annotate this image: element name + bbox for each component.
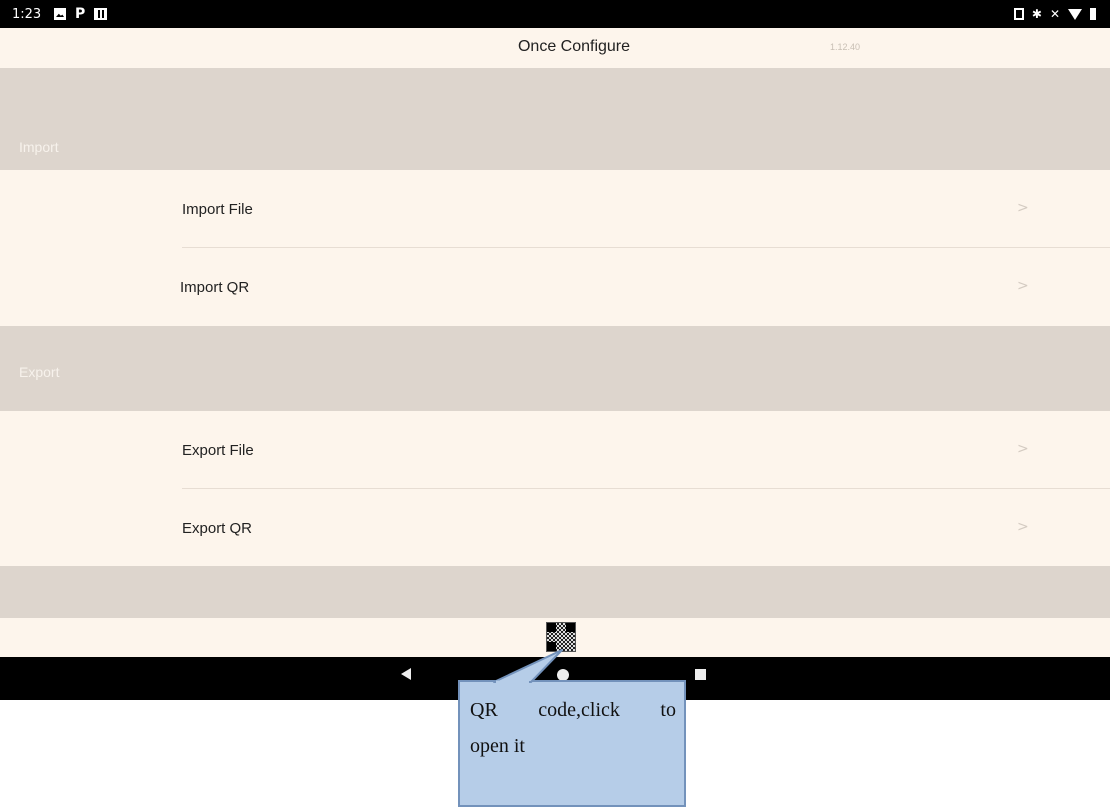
chevron-right-icon: > — [1017, 200, 1029, 216]
status-icons-right: ✱ ✕ — [1013, 7, 1096, 21]
export-qr-label: Export QR — [182, 520, 253, 537]
section-label-export: Export — [19, 364, 60, 380]
section-header-import: Import — [0, 68, 1110, 170]
section-label-import: Import — [19, 139, 59, 155]
page-title: Once Configure — [517, 38, 631, 55]
title-bar: Once Configure 1.12.40 — [0, 28, 1110, 68]
callout-annotation: QR code,click to open it — [458, 649, 686, 807]
qr-code-icon[interactable] — [546, 622, 576, 652]
section-header-empty — [0, 566, 1110, 618]
version-text: 1.12.40 — [830, 42, 861, 52]
export-file-label: Export File — [182, 442, 254, 459]
chevron-right-icon: > — [1017, 519, 1029, 535]
callout-line-2: open it — [470, 735, 525, 757]
status-bar: 1:23 P ✱ ✕ — [0, 0, 1110, 28]
p-icon: P — [75, 6, 86, 22]
phone-icon — [1013, 8, 1024, 20]
wifi-icon — [1068, 8, 1082, 20]
recents-icon[interactable] — [695, 669, 706, 680]
section-header-export: Export — [0, 326, 1110, 411]
bluetooth-icon: ✱ — [1031, 7, 1042, 21]
import-qr-row[interactable]: Import QR > — [0, 248, 1110, 326]
back-icon[interactable] — [401, 668, 411, 680]
photo-icon — [54, 8, 66, 20]
status-time: 1:23 — [12, 7, 42, 22]
status-icons-left: P — [54, 6, 108, 22]
chevron-right-icon: > — [1017, 278, 1029, 294]
callout-line-1: QR code,click to — [470, 699, 676, 721]
import-file-label: Import File — [182, 201, 253, 218]
callout-text: QR code,click to open it — [470, 692, 676, 764]
battery-icon — [1090, 8, 1096, 20]
tablet-screen: 1:23 P ✱ ✕ Once Configure 1.12.40 Import… — [0, 0, 1110, 700]
export-file-row[interactable]: Export File > — [0, 411, 1110, 489]
export-qr-row[interactable]: Export QR > — [0, 489, 1110, 567]
mute-icon: ✕ — [1049, 7, 1060, 21]
import-file-row[interactable]: Import File > — [0, 170, 1110, 248]
chevron-right-icon: > — [1017, 441, 1029, 457]
sim-icon — [94, 8, 108, 20]
import-qr-label: Import QR — [180, 279, 250, 296]
